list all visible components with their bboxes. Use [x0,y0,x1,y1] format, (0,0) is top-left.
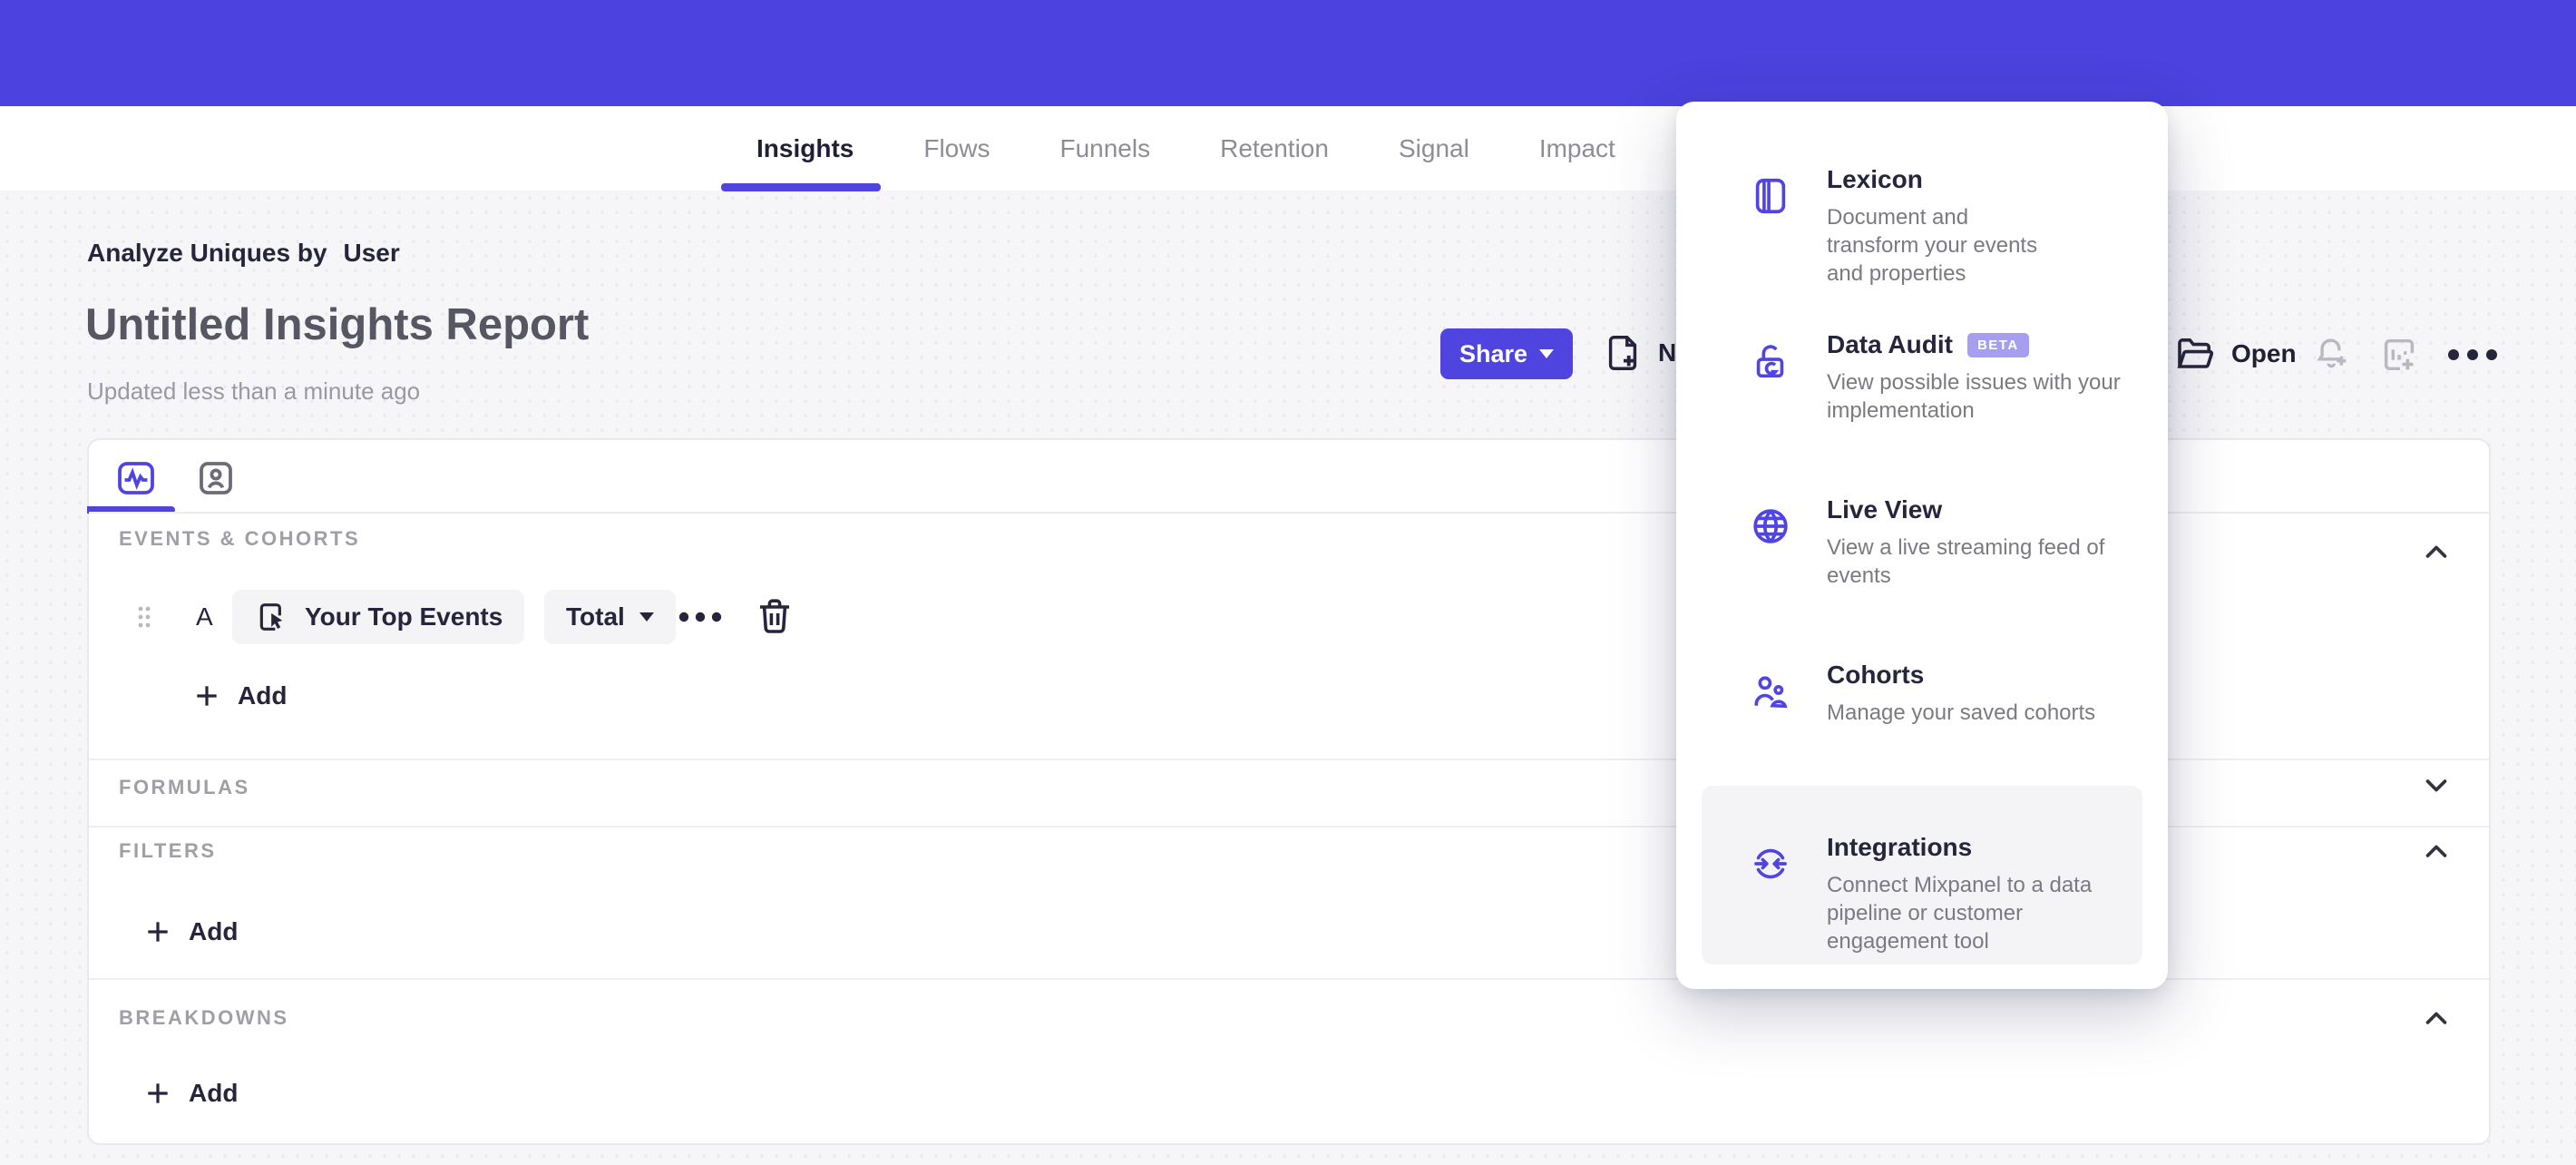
report-tabs: Insights Flows Funnels Retention Signal … [756,106,1615,191]
analyze-entity-dropdown[interactable]: User [344,239,400,268]
events-cohorts-header: EVENTS & COHORTS [119,527,361,550]
menu-item-description: Document and transform your events and p… [1827,205,2038,286]
tab-flows[interactable]: Flows [923,134,990,163]
add-to-board-button[interactable] [2378,334,2420,376]
chart-plus-icon [2384,338,2415,371]
filters-collapse-button[interactable] [2416,832,2456,872]
menu-item-data-audit[interactable]: Data Audit BETA View possible issues wit… [1702,330,2142,495]
menu-item-title: Data Audit [1827,330,1953,358]
menu-item-title: Live View [1827,495,1943,524]
data-management-menu: Lexicon Document and transform your even… [1676,102,2168,989]
tab-funnels[interactable]: Funnels [1059,134,1150,163]
event-row-letter: A [196,602,213,631]
profile-icon [200,462,232,494]
active-tab-underline [721,183,881,191]
events-collapse-button[interactable] [2416,533,2456,573]
mixpanel-app: Dashboards Reports Users Search Dashboar… [0,0,2576,1165]
add-event-button[interactable]: Add [192,669,287,723]
more-options-button[interactable] [2445,345,2500,365]
event-row-delete-button[interactable] [753,594,796,638]
plus-icon [148,1083,168,1103]
event-row-more-button[interactable] [677,608,724,626]
document-plus-icon [1608,336,1637,370]
menu-item-description: Connect Mixpanel to a data pipeline or c… [1827,873,2093,954]
plus-icon [148,922,168,942]
share-chevron-down-icon [1539,349,1555,358]
data-audit-lock-icon [1756,345,1784,378]
filters-header: FILTERS [119,839,217,862]
chevron-up-icon [2425,545,2447,558]
cohorts-people-icon [1754,676,1788,709]
event-cursor-icon [259,603,283,631]
menu-item-integrations[interactable]: Integrations Connect Mixpanel to a data … [1702,786,2142,964]
share-label: Share [1459,339,1528,367]
updated-timestamp: Updated less than a minute ago [87,377,421,405]
tab-signal[interactable]: Signal [1399,134,1469,163]
tab-impact[interactable]: Impact [1539,134,1615,163]
chevron-up-icon [2425,1012,2447,1024]
tab-metrics-view[interactable] [114,456,158,500]
metric-label: Total [566,602,625,631]
drag-handle-icon [138,606,151,628]
top-navigation-bar [0,0,2576,106]
plus-icon [197,686,217,706]
event-name-label: Your Top Events [305,602,503,631]
menu-item-lexicon[interactable]: Lexicon Document and transform your even… [1702,165,2142,330]
report-title[interactable]: Untitled Insights Report [85,299,589,350]
beta-badge: BETA [1966,332,2029,357]
add-breakdown-button[interactable]: Add [143,1066,238,1121]
open-label: Open [2231,339,2297,367]
folder-open-icon [2177,338,2214,368]
event-selector-button[interactable]: Your Top Events [232,590,525,644]
create-alert-button[interactable] [2311,334,2353,376]
menu-item-title: Cohorts [1827,661,1925,689]
share-button[interactable]: Share [1440,328,1573,379]
add-filter-label: Add [189,917,239,945]
add-filter-button[interactable]: Add [143,905,238,959]
menu-item-description: Manage your saved cohorts [1827,700,2096,725]
menu-item-title: Lexicon [1827,165,1923,193]
event-row-drag-handle[interactable] [134,590,154,644]
pulse-chart-icon [118,462,154,494]
breakdowns-collapse-button[interactable] [2416,999,2456,1039]
more-ellipsis-icon [678,612,722,622]
add-event-label: Add [238,681,288,710]
chevron-up-icon [2425,845,2447,857]
add-breakdown-label: Add [189,1079,239,1107]
tab-insights[interactable]: Insights [756,134,854,163]
tab-retention[interactable]: Retention [1220,134,1329,163]
analyze-uniques-row: Analyze Uniques by User [87,239,400,268]
more-ellipsis-icon [2448,349,2497,360]
formulas-header: FORMULAS [119,776,250,798]
metric-chevron-down-icon [639,612,654,622]
menu-item-title: Integrations [1827,833,1973,861]
lexicon-book-icon [1755,178,1786,214]
menu-item-live-view[interactable]: Live View View a live streaming feed of … [1702,495,2142,661]
chevron-down-icon [2425,779,2447,792]
breakdowns-header: BREAKDOWNS [119,1006,289,1029]
bell-plus-icon [2317,338,2347,368]
analyze-prefix-label: Analyze Uniques by [87,239,327,267]
integrations-sync-icon [1754,848,1787,879]
menu-item-description: View a live streaming feed of events [1827,535,2105,588]
trash-icon [760,599,789,633]
live-view-globe-icon [1753,509,1788,543]
tab-profiles-view[interactable] [194,456,238,500]
menu-item-description: View possible issues with your implement… [1827,370,2121,423]
metric-selector-button[interactable]: Total [544,590,676,644]
formulas-expand-button[interactable] [2416,765,2456,805]
open-report-button[interactable]: Open [2173,332,2297,376]
